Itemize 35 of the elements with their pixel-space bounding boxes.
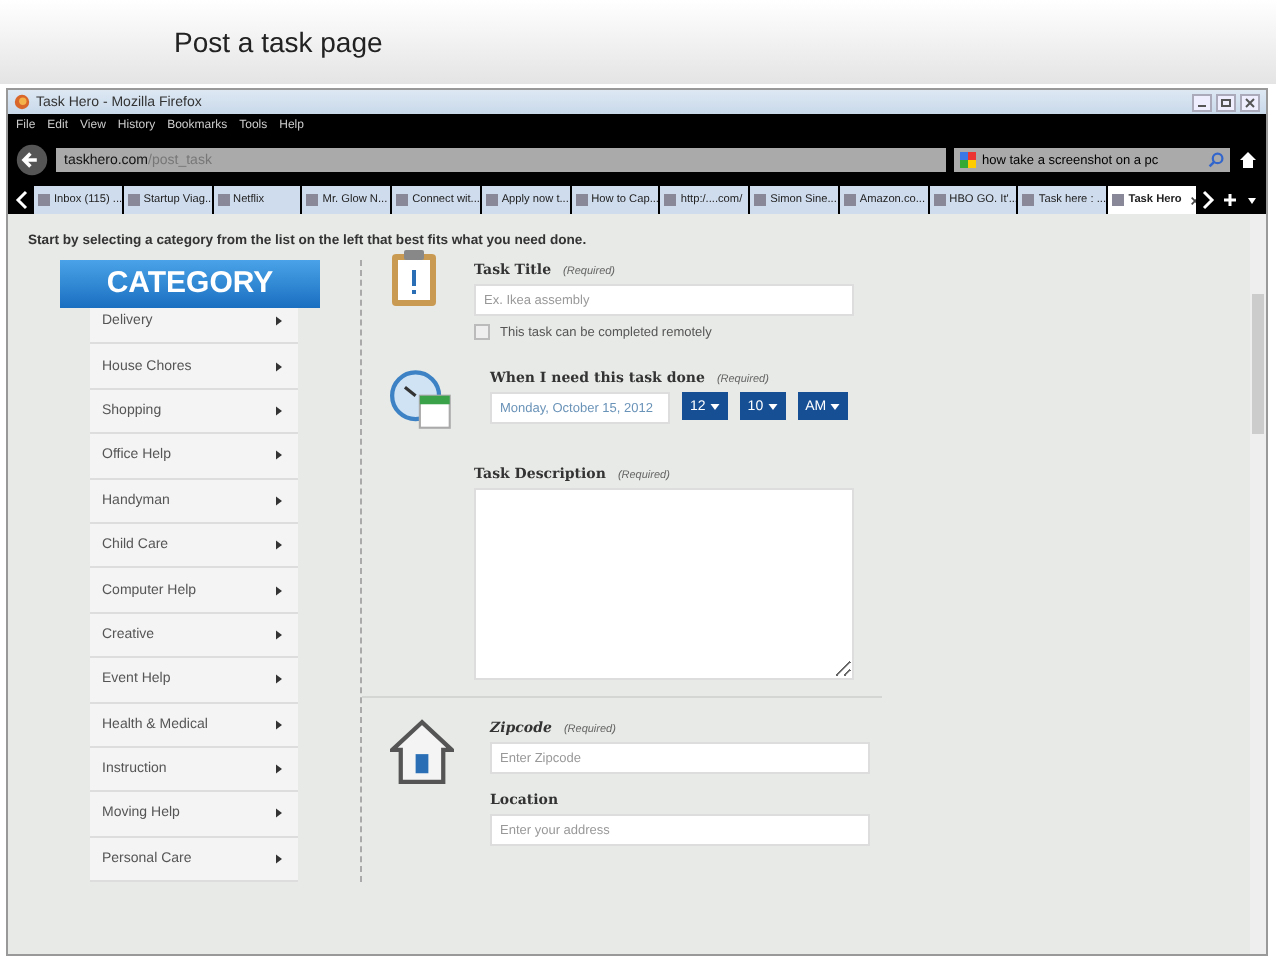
arrow-icon	[276, 674, 282, 685]
caret-down-icon	[830, 403, 841, 409]
arrow-icon	[276, 450, 282, 461]
restore-button[interactable]	[1216, 93, 1236, 111]
browser-logo-icon	[14, 94, 30, 110]
chevron-left-icon[interactable]	[14, 188, 30, 212]
arrow-icon	[276, 629, 282, 640]
arrow-icon	[276, 495, 282, 506]
arrow-icon	[276, 540, 282, 551]
caret-down-icon	[709, 403, 720, 409]
arrow-icon	[276, 585, 282, 596]
home-icon[interactable]	[1238, 150, 1258, 170]
minimize-button[interactable]	[1192, 93, 1212, 111]
close-tab-icon[interactable]	[1189, 195, 1196, 205]
chevron-right-icon[interactable]	[1199, 188, 1216, 212]
slide-title: Post a task page	[174, 26, 383, 58]
house-icon	[390, 718, 454, 786]
arrow-icon	[276, 808, 282, 819]
clock-calendar-icon	[390, 368, 454, 432]
arrow-icon	[276, 361, 282, 372]
arrow-icon	[276, 719, 282, 730]
back-button[interactable]	[16, 144, 48, 176]
description-field[interactable]	[474, 488, 854, 680]
category-ribbon: CATEGORY	[60, 260, 320, 308]
search-engine-icon	[960, 152, 976, 168]
clipboard-icon	[390, 248, 438, 308]
arrow-icon	[276, 316, 282, 327]
close-button[interactable]	[1240, 93, 1260, 111]
plus-icon[interactable]	[1221, 188, 1238, 212]
arrow-icon	[276, 853, 282, 864]
scrollbar[interactable]	[1250, 214, 1266, 954]
arrow-icon	[276, 405, 282, 416]
remote-checkbox[interactable]	[474, 324, 490, 340]
arrow-icon	[276, 764, 282, 775]
caret-down-icon	[767, 403, 778, 409]
